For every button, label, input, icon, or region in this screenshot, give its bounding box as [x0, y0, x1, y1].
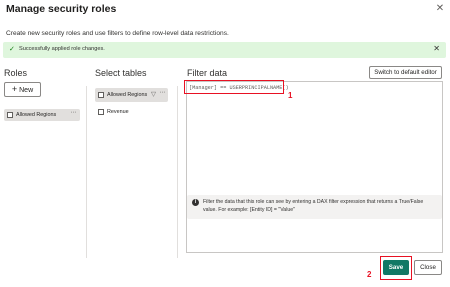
callout-highlight-1: [184, 80, 284, 94]
new-role-button[interactable]: + New: [4, 82, 41, 97]
new-role-label: New: [19, 87, 34, 94]
info-text: Filter the data that this role can see b…: [203, 199, 424, 213]
close-button[interactable]: Close: [414, 260, 442, 275]
table-icon: [98, 109, 104, 115]
more-options-icon[interactable]: ···: [160, 89, 166, 96]
info-box: i Filter the data that this role can see…: [187, 195, 442, 219]
success-banner: ✓ Successfully applied role changes. ✕: [3, 42, 446, 58]
table-item-revenue[interactable]: Revenue: [95, 106, 168, 117]
table-label: Allowed Regions: [107, 92, 148, 98]
filter-heading: Filter data: [187, 68, 228, 78]
switch-to-default-editor-button[interactable]: Switch to default editor: [369, 66, 442, 79]
table-icon: [98, 92, 104, 98]
roles-heading: Roles: [4, 68, 28, 78]
info-icon: i: [192, 199, 199, 206]
table-label: Revenue: [107, 108, 129, 115]
filter-icon: ▽: [151, 91, 156, 98]
column-divider: [86, 86, 87, 258]
role-icon: [7, 112, 13, 118]
table-item-allowed-regions[interactable]: Allowed Regions ▽ ···: [95, 88, 168, 102]
role-label: Allowed Regions: [16, 111, 57, 118]
column-divider: [177, 86, 178, 258]
tables-heading: Select tables: [95, 68, 147, 78]
close-icon[interactable]: ✕: [434, 3, 446, 15]
callout-number-2: 2: [367, 270, 372, 279]
banner-message: Successfully applied role changes.: [19, 46, 105, 52]
check-icon: ✓: [9, 46, 15, 53]
plus-icon: +: [11, 84, 18, 94]
save-button[interactable]: Save: [383, 260, 409, 275]
dax-editor[interactable]: [Manager] == USERPRINCIPALNAME() i Filte…: [186, 81, 443, 253]
banner-close-icon[interactable]: ✕: [433, 44, 440, 53]
callout-number-1: 1: [288, 91, 293, 100]
role-item-allowed-regions[interactable]: Allowed Regions ···: [4, 109, 80, 121]
dialog-subtitle: Create new security roles and use filter…: [6, 30, 229, 37]
dialog-title: Manage security roles: [6, 3, 117, 15]
more-options-icon[interactable]: ···: [71, 109, 77, 116]
